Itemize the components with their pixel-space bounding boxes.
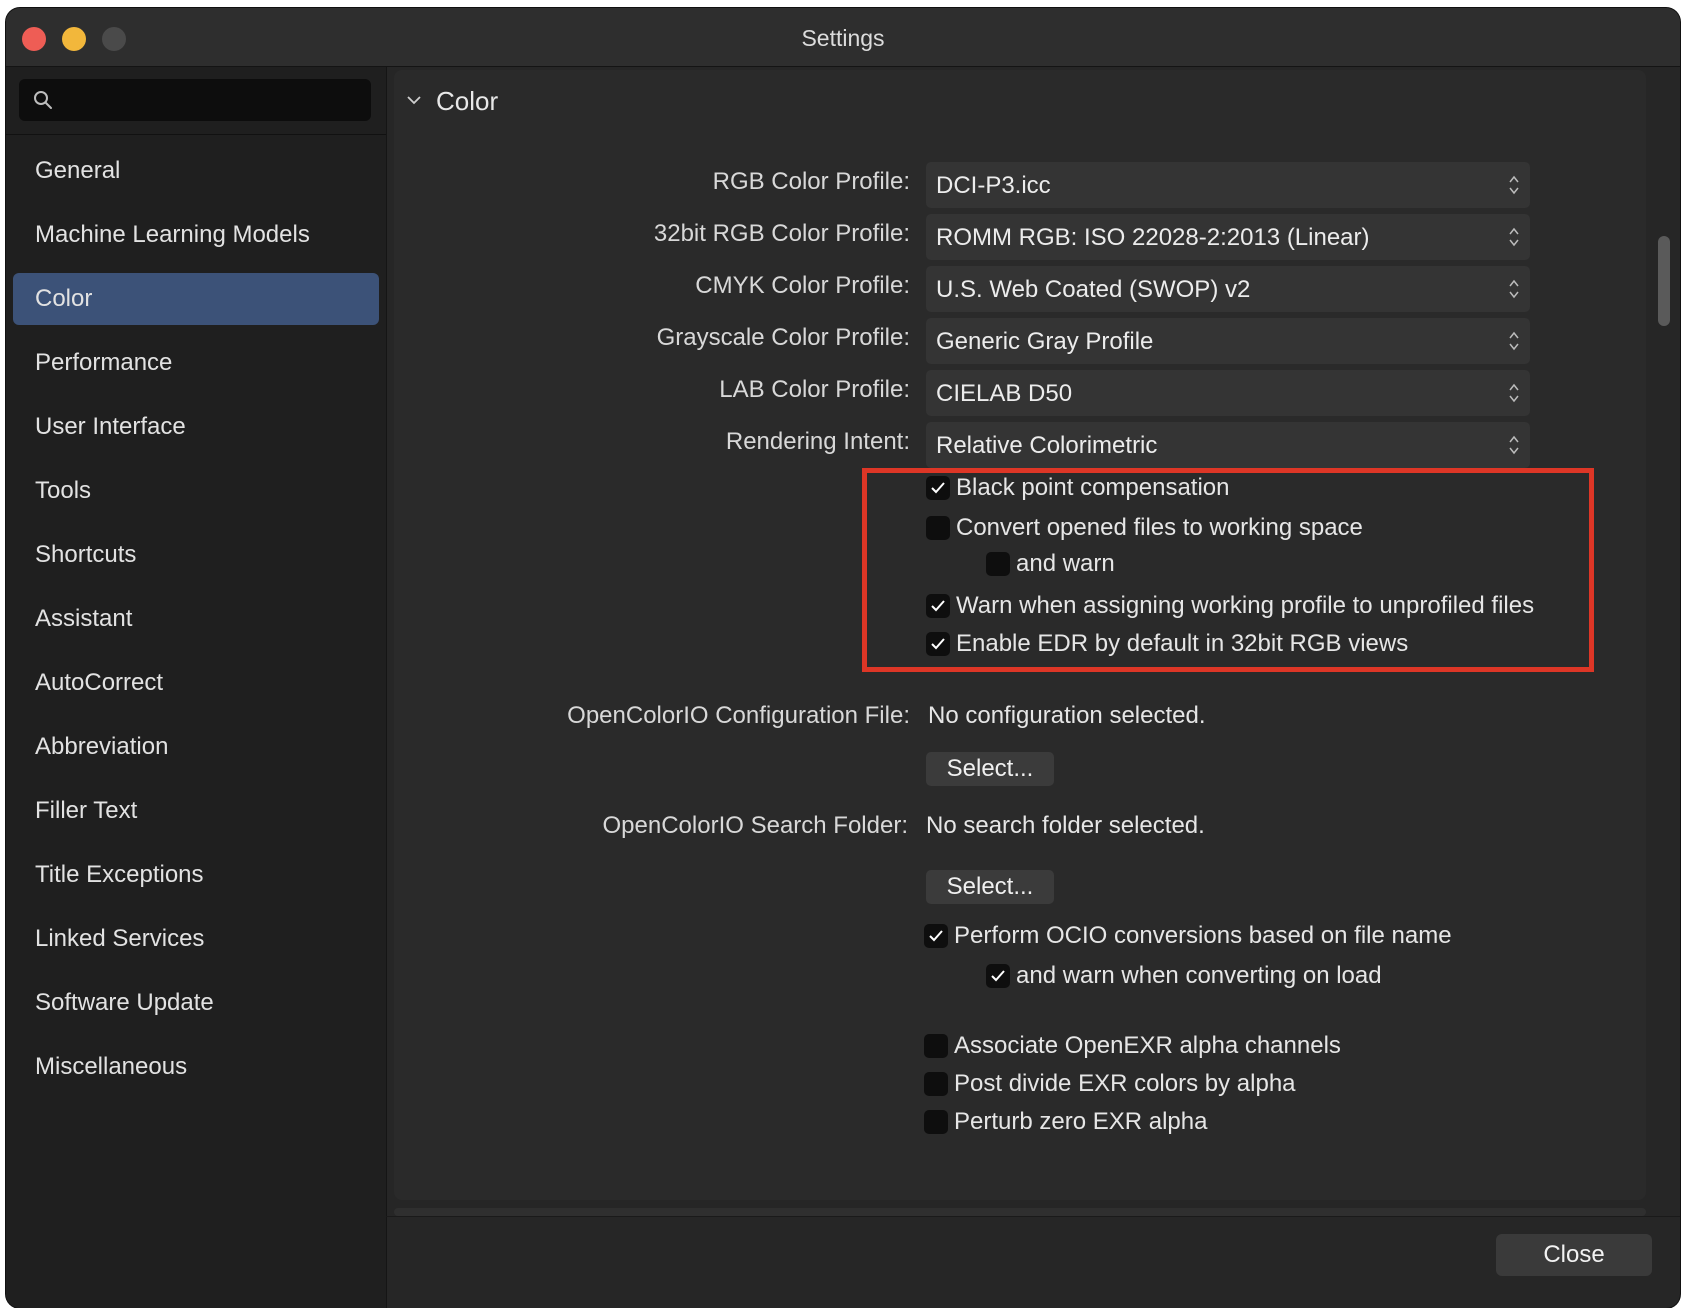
ocio-config-label: OpenColorIO Configuration File: <box>567 702 910 729</box>
checkbox-label: Convert opened files to working space <box>956 514 1363 541</box>
sidebar-item-software-update[interactable]: Software Update <box>13 977 379 1029</box>
ocio-folder-value: No search folder selected. <box>926 812 1205 839</box>
checkbox-box[interactable] <box>926 516 950 540</box>
sidebar-item-autocorrect[interactable]: AutoCorrect <box>13 657 379 709</box>
rendering-intent-label: Rendering Intent: <box>725 428 910 455</box>
sidebar-divider <box>6 134 386 135</box>
rgb-profile-label: RGB Color Profile: <box>712 168 910 195</box>
search-input[interactable] <box>65 79 369 123</box>
sidebar-item-abbreviation[interactable]: Abbreviation <box>13 721 379 773</box>
color-settings-panel: Color RGB Color Profile: DCI-P3.icc 32bi… <box>394 70 1646 1200</box>
sidebar: General Machine Learning Models Color Pe… <box>6 67 387 1308</box>
checkbox-label: Enable EDR by default in 32bit RGB views <box>956 630 1409 657</box>
grayscale-profile-value: Generic Gray Profile <box>936 328 1154 355</box>
checkbox-box[interactable] <box>926 594 950 618</box>
checkbox-label: Black point compensation <box>956 474 1230 501</box>
checkbox-box[interactable] <box>924 1034 948 1058</box>
lab-profile-select[interactable]: CIELAB D50 <box>926 370 1530 416</box>
checkbox-label: Warn when assigning working profile to u… <box>956 592 1535 619</box>
lab-profile-value: CIELAB D50 <box>936 380 1073 407</box>
checkbox-box[interactable] <box>924 1072 948 1096</box>
section-title: Color <box>436 86 499 116</box>
rgb32-profile-value: ROMM RGB: ISO 22028-2:2013 (Linear) <box>936 224 1370 251</box>
checkbox-box[interactable] <box>926 476 950 500</box>
checkbox-box[interactable] <box>924 1110 948 1134</box>
grayscale-profile-label: Grayscale Color Profile: <box>656 324 910 351</box>
select-folder-button[interactable]: Select... <box>926 870 1054 904</box>
stepper-arrows-icon <box>1509 279 1519 299</box>
sidebar-item-general[interactable]: General <box>13 145 379 197</box>
rgb-profile-select[interactable]: DCI-P3.icc <box>926 162 1530 208</box>
rgb32-profile-select[interactable]: ROMM RGB: ISO 22028-2:2013 (Linear) <box>926 214 1530 260</box>
sidebar-item-miscellaneous[interactable]: Miscellaneous <box>13 1041 379 1093</box>
footer-divider <box>386 1216 1680 1217</box>
sidebar-item-color[interactable]: Color <box>13 273 379 325</box>
rendering-intent-value: Relative Colorimetric <box>936 432 1158 459</box>
rendering-intent-select[interactable]: Relative Colorimetric <box>926 422 1530 468</box>
stepper-arrows-icon <box>1509 331 1519 351</box>
cmyk-profile-label: CMYK Color Profile: <box>695 272 910 299</box>
checkbox-label: and warn <box>1016 550 1115 577</box>
checkbox-box[interactable] <box>926 632 950 656</box>
settings-window: Settings General Machine Learning Models… <box>6 8 1680 1308</box>
checkbox-label: Associate OpenEXR alpha channels <box>954 1032 1341 1059</box>
sidebar-item-filler-text[interactable]: Filler Text <box>13 785 379 837</box>
checkbox-label: and warn when converting on load <box>1016 962 1382 989</box>
search-icon <box>34 91 52 109</box>
close-button[interactable]: Close <box>1496 1234 1652 1276</box>
grayscale-profile-select[interactable]: Generic Gray Profile <box>926 318 1530 364</box>
sidebar-item-performance[interactable]: Performance <box>13 337 379 389</box>
next-section-edge <box>394 1208 1646 1216</box>
sidebar-item-title-exceptions[interactable]: Title Exceptions <box>13 849 379 901</box>
sidebar-item-assistant[interactable]: Assistant <box>13 593 379 645</box>
checkmark-icon <box>929 930 943 942</box>
stepper-arrows-icon <box>1509 227 1519 247</box>
stepper-arrows-icon <box>1509 175 1519 195</box>
checkmark-icon <box>991 970 1005 982</box>
checkmark-icon <box>931 638 945 650</box>
sidebar-item-shortcuts[interactable]: Shortcuts <box>13 529 379 581</box>
vertical-scrollbar[interactable] <box>1658 236 1670 326</box>
stepper-arrows-icon <box>1509 435 1519 455</box>
checkbox-box[interactable] <box>924 924 948 948</box>
cmyk-profile-select[interactable]: U.S. Web Coated (SWOP) v2 <box>926 266 1530 312</box>
checkbox-label: Perform OCIO conversions based on file n… <box>954 922 1452 949</box>
checkbox-label: Post divide EXR colors by alpha <box>954 1070 1296 1097</box>
checkmark-icon <box>931 482 945 494</box>
ocio-config-value: No configuration selected. <box>928 702 1206 729</box>
ocio-folder-label: OpenColorIO Search Folder: <box>602 812 908 839</box>
sidebar-item-tools[interactable]: Tools <box>13 465 379 517</box>
select-config-button[interactable]: Select... <box>926 752 1054 786</box>
rgb-profile-value: DCI-P3.icc <box>936 172 1051 199</box>
window-title: Settings <box>801 25 885 51</box>
stepper-arrows-icon <box>1509 383 1519 403</box>
checkbox-label: Perturb zero EXR alpha <box>954 1108 1208 1135</box>
rgb32-profile-label: 32bit RGB Color Profile: <box>653 220 910 247</box>
checkbox-box[interactable] <box>986 552 1010 576</box>
sidebar-nav: General Machine Learning Models Color Pe… <box>6 145 386 1105</box>
sidebar-item-linked-services[interactable]: Linked Services <box>13 913 379 965</box>
search-field[interactable] <box>19 79 371 123</box>
checkbox-box[interactable] <box>986 964 1010 988</box>
checkmark-icon <box>931 600 945 612</box>
title-bar: Settings <box>6 8 1680 67</box>
sidebar-item-machine-learning-models[interactable]: Machine Learning Models <box>13 209 379 261</box>
chevron-down-icon <box>407 96 421 105</box>
lab-profile-label: LAB Color Profile: <box>719 376 910 403</box>
cmyk-profile-value: U.S. Web Coated (SWOP) v2 <box>936 276 1251 303</box>
sidebar-item-user-interface[interactable]: User Interface <box>13 401 379 453</box>
